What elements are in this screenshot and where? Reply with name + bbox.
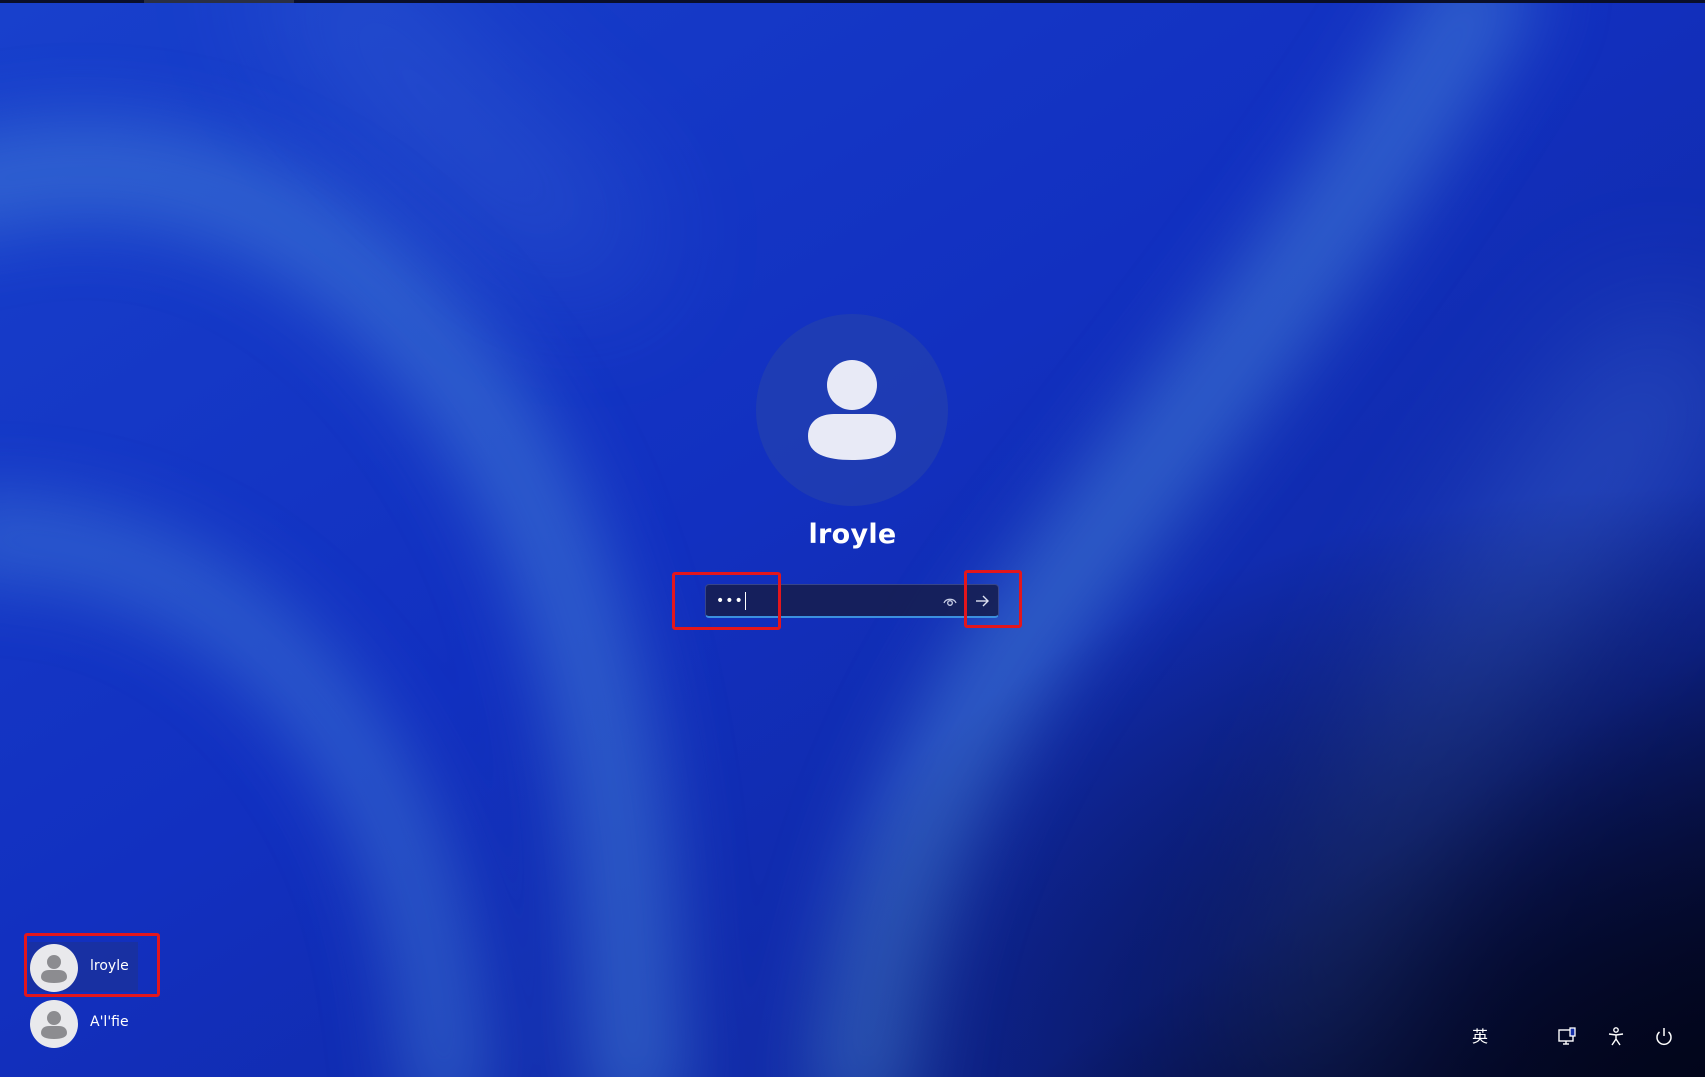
text-caret [744,592,746,610]
submit-button[interactable] [969,588,995,614]
power-button[interactable] [1651,1024,1677,1050]
person-icon [41,1011,67,1039]
password-field[interactable]: ••• [705,584,999,618]
accessibility-icon [1608,1027,1624,1046]
person-icon [41,955,67,983]
user-avatar-small [30,1000,78,1048]
user-name: lroyle [808,519,897,550]
user-entry-label: A'l'fie [90,1014,129,1030]
user-entry-lroyle[interactable]: lroyle [28,942,138,992]
accessibility-button[interactable] [1603,1024,1629,1050]
user-avatar-small [30,944,78,992]
user-entry-alfie[interactable]: A'l'fie [28,998,138,1048]
input-method-indicator[interactable]: 英 [1470,1025,1490,1049]
lock-screen: lroyle ••• lroyle A'l'fie 英 [0,0,1705,1077]
power-icon [1656,1028,1672,1046]
user-avatar [756,314,948,506]
arrow-right-icon [976,595,989,607]
password-masked-text: ••• [716,593,744,609]
password-value[interactable]: ••• [716,590,746,612]
user-entry-label: lroyle [90,958,129,974]
network-button[interactable] [1554,1024,1580,1050]
top-strip [0,0,1705,3]
eye-icon [943,598,957,606]
network-icon [1558,1027,1576,1045]
reveal-password-button[interactable] [939,591,961,611]
person-icon [808,360,896,460]
